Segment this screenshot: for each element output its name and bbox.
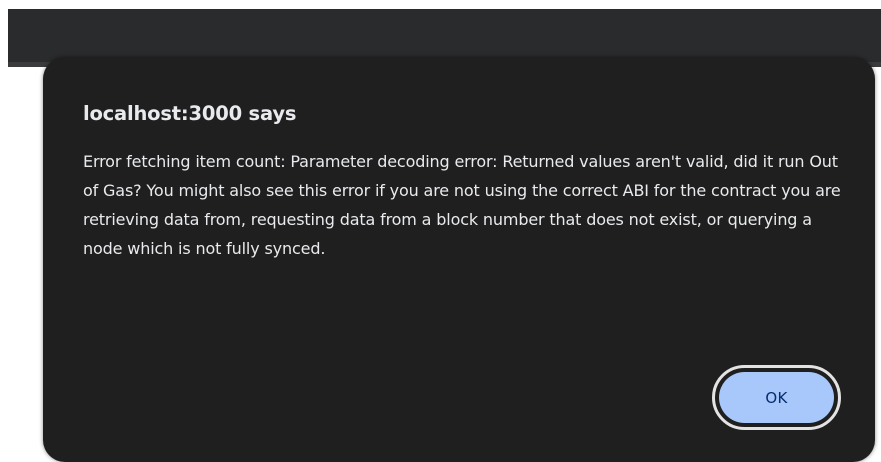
ok-button-label: OK: [719, 372, 834, 423]
dialog-message: Error fetching item count: Parameter dec…: [83, 152, 841, 258]
ok-button[interactable]: OK: [712, 365, 841, 430]
alert-dialog: localhost:3000 says Error fetching item …: [43, 57, 875, 462]
dialog-title: localhost:3000 says: [83, 102, 297, 125]
